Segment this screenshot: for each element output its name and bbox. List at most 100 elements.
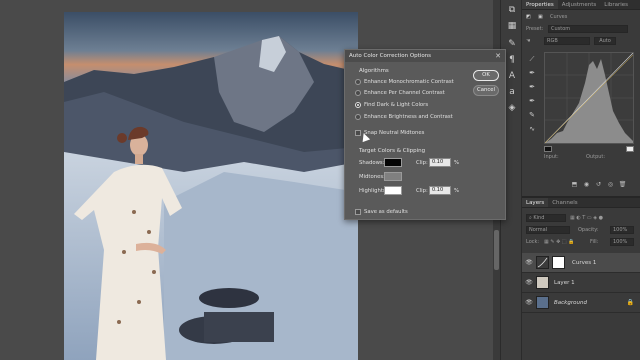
adjustment-name: Curves <box>550 14 568 20</box>
output-label: Output: <box>586 154 606 160</box>
radio-button[interactable] <box>355 113 361 120</box>
option-label: Enhance Per Channel Contrast <box>364 89 445 96</box>
option-label: Enhance Monochromatic Contrast <box>364 78 454 85</box>
layer-row-background[interactable]: 👁 Background 🔒 <box>522 293 640 313</box>
properties-panel: Properties Adjustments Libraries ◩ ▣ Cur… <box>522 0 640 190</box>
mask-icon: ▣ <box>538 14 543 20</box>
preset-label: Preset: <box>526 26 544 32</box>
cancel-button[interactable]: Cancel <box>473 85 499 96</box>
option-label: Enhance Brightness and Contrast <box>364 113 453 120</box>
black-point-slider[interactable] <box>544 146 552 152</box>
eye-icon[interactable]: 👁 <box>525 279 533 287</box>
layer-mask-thumbnail[interactable] <box>552 256 565 269</box>
lock-icons[interactable]: ▦ ✎ ✥ ⬚ 🔒 <box>544 238 584 246</box>
radio-brightness-contrast[interactable]: Enhance Brightness and Contrast <box>355 112 453 121</box>
eye-icon[interactable]: 👁 <box>525 259 533 267</box>
close-icon[interactable]: ✕ <box>495 50 501 62</box>
edit-points-icon[interactable]: ⟋ <box>527 54 537 64</box>
opacity-label: Opacity: <box>578 227 599 233</box>
shadows-color-swatch[interactable] <box>384 158 402 167</box>
lock-label: Lock: <box>526 239 540 245</box>
history-icon[interactable]: ⧉ <box>506 4 518 16</box>
reset-icon[interactable]: ↺ <box>594 181 603 189</box>
highlights-clip-input[interactable]: 0.10 <box>429 186 451 195</box>
clip-label: Clip: <box>416 160 428 166</box>
layer-row-layer1[interactable]: 👁 Layer 1 <box>522 273 640 293</box>
smooth-icon[interactable]: ∿ <box>527 124 537 134</box>
lock-icon: 🔒 <box>626 299 634 306</box>
fill-label: Fill: <box>590 239 599 245</box>
layer-filter-icons[interactable]: ▦ ◐ T ▭ ◈ ● <box>570 214 634 222</box>
white-eyedropper-icon[interactable]: ✒ <box>527 96 537 106</box>
radio-per-channel[interactable]: Enhance Per Channel Contrast <box>355 88 445 97</box>
tab-layers[interactable]: Layers <box>522 198 549 207</box>
character-icon[interactable]: A <box>506 70 518 82</box>
radio-button[interactable] <box>355 89 361 96</box>
radio-dark-light[interactable]: Find Dark & Light Colors <box>355 100 428 109</box>
radio-button-selected[interactable] <box>355 101 361 108</box>
tab-libraries[interactable]: Libraries <box>600 0 632 9</box>
pencil-icon[interactable]: ✎ <box>527 110 537 120</box>
layer-name: Background <box>554 300 587 306</box>
black-eyedropper-icon[interactable]: ✒ <box>527 68 537 78</box>
visibility-icon[interactable]: ◎ <box>606 181 615 189</box>
tab-channels[interactable]: Channels <box>548 198 581 207</box>
cube-icon[interactable]: ◈ <box>506 102 518 114</box>
radio-button[interactable] <box>355 78 361 85</box>
radio-monochromatic[interactable]: Enhance Monochromatic Contrast <box>355 77 454 86</box>
paragraph-icon[interactable]: ¶ <box>506 54 518 66</box>
dialog-titlebar[interactable]: Auto Color Correction Options ✕ <box>345 50 505 62</box>
glyph-icon[interactable]: a <box>506 86 518 98</box>
ok-button[interactable]: OK <box>473 70 499 81</box>
properties-tabs: Properties Adjustments Libraries <box>522 0 640 10</box>
gray-eyedropper-icon[interactable]: ✒ <box>527 82 537 92</box>
option-label: Save as defaults <box>364 208 408 215</box>
layer-filter-select[interactable]: ⌕ Kind <box>526 214 566 222</box>
layer-name: Curves 1 <box>572 260 597 266</box>
right-panels: Properties Adjustments Libraries ◩ ▣ Cur… <box>522 0 640 360</box>
kind-label: Kind <box>533 215 545 221</box>
blend-mode-select[interactable]: Normal <box>526 226 570 234</box>
view-previous-icon[interactable]: ◉ <box>582 181 591 189</box>
percent-label: % <box>454 188 460 194</box>
curves-graph[interactable] <box>544 52 634 144</box>
trash-icon[interactable]: 🗑 <box>618 181 627 189</box>
input-label: Input: <box>544 154 559 160</box>
shadows-clip-input[interactable]: 0.10 <box>429 158 451 167</box>
fill-field[interactable]: 100% <box>610 238 634 246</box>
midtones-color-swatch[interactable] <box>384 172 402 181</box>
properties-footer: ⬒ ◉ ↺ ◎ 🗑 <box>522 180 640 190</box>
opacity-field[interactable]: 100% <box>610 226 634 234</box>
preset-select[interactable]: Custom <box>548 25 628 33</box>
layer-thumbnail <box>536 276 549 289</box>
adjustment-thumbnail <box>536 256 549 269</box>
target-colors-label: Target Colors & Clipping <box>359 148 426 154</box>
layers-tabs: Layers Channels <box>522 198 640 208</box>
white-point-slider[interactable] <box>626 146 634 152</box>
canvas-scrollbar-thumb[interactable] <box>494 230 499 270</box>
midtones-label: Midtones: <box>359 174 385 180</box>
channel-select[interactable]: RGB <box>544 37 590 45</box>
algorithms-label: Algorithms <box>359 68 389 74</box>
percent-label: % <box>454 160 460 166</box>
layer-thumbnail <box>536 296 549 309</box>
shadows-label: Shadows: <box>359 160 385 166</box>
dialog-title: Auto Color Correction Options <box>349 53 432 59</box>
highlights-color-swatch[interactable] <box>384 186 402 195</box>
save-as-defaults-checkbox[interactable]: Save as defaults <box>355 207 408 216</box>
option-label: Snap Neutral Midtones <box>364 129 425 136</box>
curves-adjustment-icon: ◩ <box>526 14 531 20</box>
layer-name: Layer 1 <box>554 280 575 286</box>
layers-panel: Layers Channels ⌕ Kind ▦ ◐ T ▭ ◈ ● Norma… <box>522 196 640 360</box>
auto-button[interactable]: Auto <box>594 37 616 45</box>
tab-properties[interactable]: Properties <box>522 0 558 9</box>
checkbox[interactable] <box>355 208 361 215</box>
tab-adjustments[interactable]: Adjustments <box>558 0 600 9</box>
eye-icon[interactable]: 👁 <box>525 299 533 307</box>
properties-icon[interactable]: ▦ <box>506 20 518 32</box>
brush-icon[interactable]: ✎ <box>506 38 518 50</box>
layer-row-curves[interactable]: 👁 Curves 1 <box>522 253 640 273</box>
clip-to-layer-icon[interactable]: ⬒ <box>570 181 579 189</box>
clip-label: Clip: <box>416 188 428 194</box>
hand-icon[interactable]: ☚ <box>526 37 534 45</box>
